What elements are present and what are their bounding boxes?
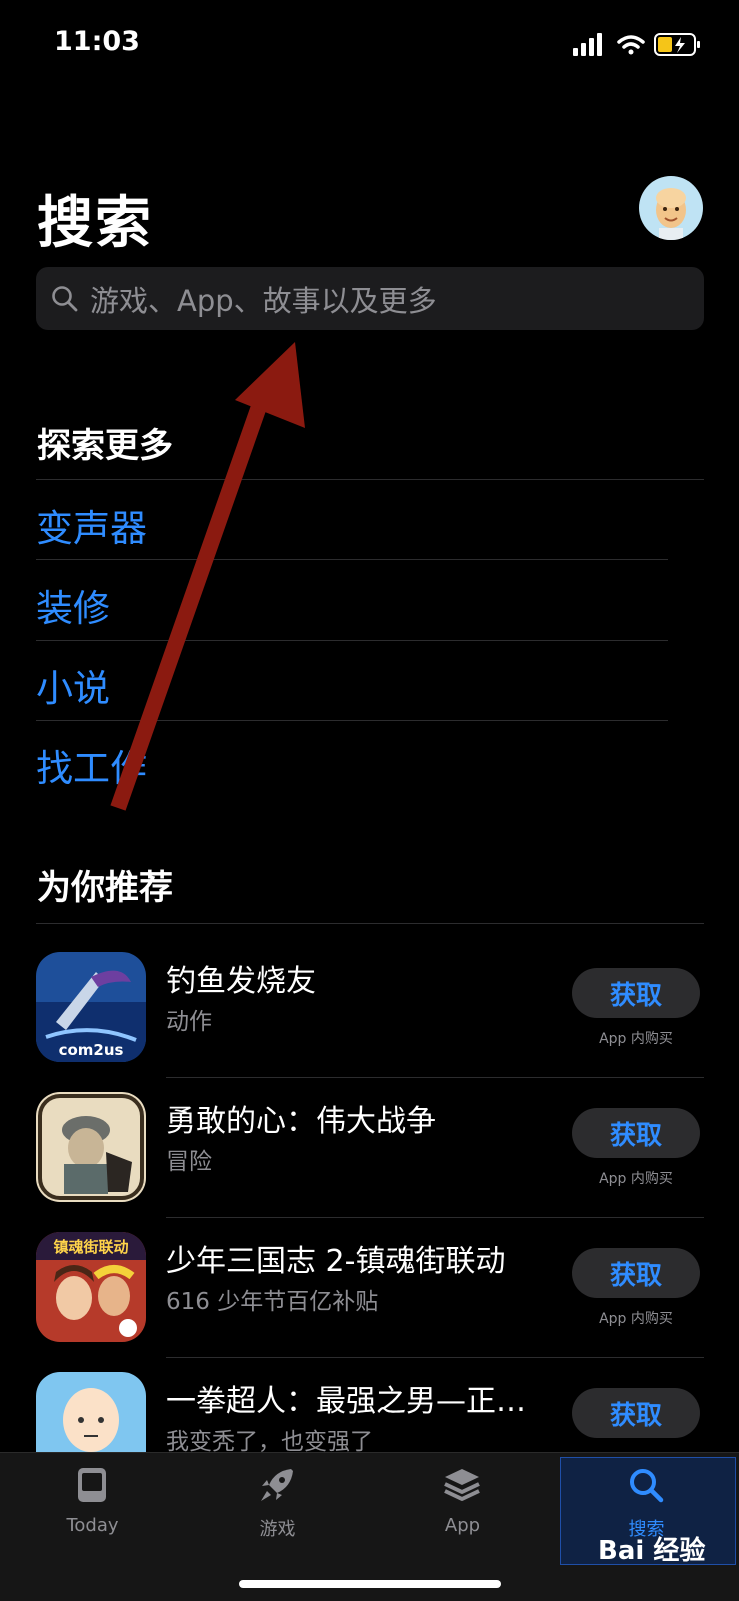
suggestion-item[interactable]: 小说: [36, 658, 110, 712]
app-subtitle: 616 少年节百亿补贴: [166, 1289, 379, 1315]
signal-icon: [573, 33, 602, 56]
app-name: 少年三国志 2-镇魂街联动: [166, 1244, 506, 1279]
app-name: 一拳超人：最强之男—正…: [166, 1384, 526, 1419]
layers-icon: [444, 1469, 480, 1501]
fishing-game-icon: com2us: [36, 952, 146, 1062]
search-icon: [52, 285, 78, 311]
svg-text:com2us: com2us: [59, 1041, 124, 1059]
app-subtitle: 冒险: [166, 1149, 212, 1175]
tab-today[interactable]: Today: [0, 1453, 185, 1553]
in-app-purchase-note: App 内购买: [599, 1311, 673, 1327]
suggestion-item[interactable]: 找工作: [36, 738, 147, 792]
app-row[interactable]: com2us 钓鱼发烧友 动作 获取 App 内购买: [36, 940, 704, 1078]
in-app-purchase-note: App 内购买: [599, 1031, 673, 1047]
tab-bar: Today 游戏 App 搜索: [0, 1452, 739, 1601]
search-placeholder: 游戏、App、故事以及更多: [90, 283, 437, 318]
explore-title: 探索更多: [37, 426, 173, 466]
search-field[interactable]: 游戏、App、故事以及更多: [36, 267, 704, 330]
app-subtitle: 我变秃了，也变强了: [166, 1429, 373, 1455]
search-icon: [630, 1469, 664, 1503]
divider: [36, 923, 704, 924]
divider: [36, 640, 668, 641]
rocket-icon: [261, 1469, 293, 1501]
account-avatar[interactable]: [639, 176, 703, 240]
valiant-hearts-icon: [36, 1092, 146, 1202]
get-button[interactable]: 获取: [572, 1248, 700, 1298]
suggestion-item[interactable]: 装修: [36, 578, 110, 632]
status-icons: [573, 33, 700, 56]
get-button[interactable]: 获取: [572, 968, 700, 1018]
divider: [166, 1217, 704, 1218]
tab-label: App: [444, 1515, 481, 1536]
wifi-icon: [617, 35, 645, 55]
app-subtitle: 动作: [166, 1009, 212, 1035]
tab-games[interactable]: 游戏: [185, 1453, 370, 1553]
tab-label: Today: [66, 1515, 119, 1536]
watermark: Bai 经验: [598, 1536, 706, 1566]
app-name: 勇敢的心：伟大战争: [166, 1104, 436, 1139]
today-icon: [78, 1468, 106, 1502]
tab-apps[interactable]: App: [370, 1453, 555, 1553]
memoji-icon: [656, 188, 686, 240]
divider: [166, 1357, 704, 1358]
three-kingdoms-icon: 镇魂街联动: [36, 1232, 146, 1342]
svg-text:镇魂街联动: 镇魂街联动: [53, 1238, 128, 1256]
home-indicator: [239, 1580, 501, 1588]
status-time: 11:03: [54, 26, 140, 57]
app-name: 钓鱼发烧友: [166, 964, 316, 999]
divider: [36, 479, 704, 480]
get-button[interactable]: 获取: [572, 1108, 700, 1158]
app-row[interactable]: 镇魂街联动 少年三国志 2-镇魂街联动 616 少年节百亿补贴 获取 App 内…: [36, 1220, 704, 1358]
divider: [36, 720, 668, 721]
divider: [166, 1077, 704, 1078]
suggestion-item[interactable]: 变声器: [36, 498, 147, 552]
divider: [36, 559, 668, 560]
recommend-title: 为你推荐: [37, 868, 173, 908]
page-title: 搜索: [37, 191, 153, 256]
tab-label: 游戏: [259, 1519, 296, 1540]
get-button[interactable]: 获取: [572, 1388, 700, 1438]
in-app-purchase-note: App 内购买: [599, 1171, 673, 1187]
app-row[interactable]: 勇敢的心：伟大战争 冒险 获取 App 内购买: [36, 1080, 704, 1218]
battery-icon: [654, 33, 700, 56]
